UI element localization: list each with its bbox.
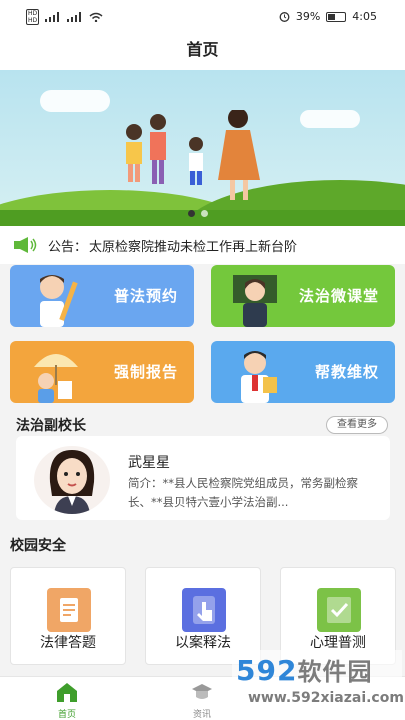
announcement-text: 太原检察院推动未检工作再上新台阶 [89, 239, 298, 255]
carousel-indicators [188, 210, 208, 217]
tile-label: 心理普测 [310, 635, 366, 651]
umbrella-child-icon [34, 354, 78, 403]
legal-appointment-button[interactable]: 普法预约 [10, 265, 194, 327]
alarm-icon [279, 12, 290, 22]
banner-carousel[interactable] [0, 70, 405, 226]
status-bar: HD HD 39% 4:05 [0, 0, 405, 34]
signal-icon-2 [67, 12, 82, 22]
home-icon [57, 683, 77, 702]
officer-icon [241, 351, 277, 403]
signal-indicators: HD HD [26, 9, 103, 25]
document-icon [47, 588, 91, 632]
watermark-url: www.592xiazai.com [248, 690, 404, 706]
see-more-button[interactable]: 查看更多 [326, 416, 388, 434]
feature-label: 法治微课堂 [298, 287, 379, 305]
tab-home[interactable]: 首页 [37, 681, 97, 720]
principal-name: 武星星 [128, 455, 170, 471]
signal-icon [45, 12, 60, 22]
watermark-logo: 592软件园 [236, 654, 373, 687]
feature-label: 普法预约 [113, 287, 178, 305]
family-illustration [126, 110, 260, 200]
vice-principal-card[interactable]: 武星星 简介：**县人民检察院党组成员，常务副检察长、**县贝特六壹小学法治副.… [16, 436, 390, 520]
site-watermark: 592软件园 www.592xiazai.com [232, 650, 404, 716]
battery-percent: 39% [295, 10, 321, 23]
page-title: 首页 [0, 34, 405, 70]
wifi-icon [89, 12, 103, 22]
avatar [34, 446, 110, 514]
assistance-rights-button[interactable]: 帮教维权 [211, 341, 395, 403]
mandatory-report-button[interactable]: 强制报告 [10, 341, 194, 403]
battery-fill [328, 13, 335, 20]
teacher-icon [233, 275, 277, 327]
news-icon [192, 684, 212, 699]
tab-label: 资讯 [192, 710, 211, 720]
tab-news[interactable]: 资讯 [172, 681, 232, 720]
clock: 4:05 [352, 10, 377, 23]
tile-label: 法律答题 [40, 635, 96, 651]
tile-label: 以案释法 [175, 635, 231, 651]
speaker-icon [14, 237, 37, 253]
campus-safety-section-title: 校园安全 [10, 538, 66, 554]
feature-label: 帮教维权 [314, 363, 379, 381]
person-avatar-icon [49, 450, 95, 514]
announcement-label: 公告： [48, 239, 88, 255]
cloud-decoration [40, 90, 110, 112]
checklist-icon [317, 588, 361, 632]
carousel-dot[interactable] [188, 210, 195, 217]
announcement-bar[interactable]: 公告： 太原检察院推动未检工作再上新台阶 [0, 226, 405, 264]
boy-pencil-icon [40, 275, 78, 327]
principal-intro: 简介：**县人民检察院党组成员，常务副检察长、**县贝特六壹小学法治副... [128, 476, 358, 509]
carousel-dot[interactable] [201, 210, 208, 217]
law-class-button[interactable]: 法治微课堂 [211, 265, 395, 327]
cloud-decoration [300, 110, 360, 128]
hd-icon: HD HD [26, 9, 40, 25]
tab-label: 首页 [57, 710, 76, 720]
vice-principal-section-title: 法治副校长 [16, 418, 86, 434]
legal-quiz-tile[interactable]: 法律答题 [10, 567, 126, 665]
battery-icon [326, 11, 347, 22]
feature-label: 强制报告 [113, 363, 178, 381]
hand-tap-icon [182, 588, 226, 632]
status-right: 39% 4:05 [279, 10, 377, 23]
